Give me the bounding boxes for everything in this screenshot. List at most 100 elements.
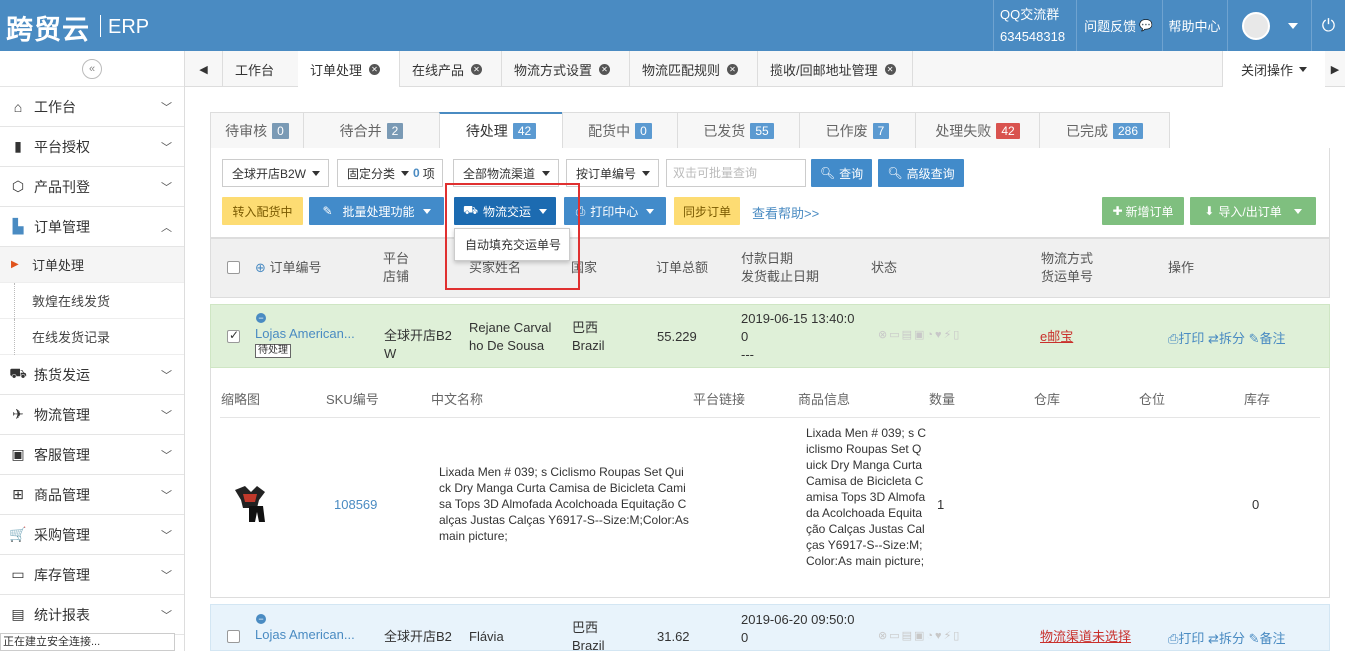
tab-failed[interactable]: 处理失败 42 <box>915 112 1039 149</box>
tab-voided[interactable]: 已作废 7 <box>799 112 915 149</box>
search-input[interactable]: 双击可批量查询 <box>666 159 806 187</box>
product-row <box>210 418 1330 598</box>
table-row[interactable]: − Lojas American... 全球开店B2 Flávia 巴西 Braz… <box>210 604 1330 653</box>
select-all-checkbox[interactable] <box>227 261 240 274</box>
feedback-button[interactable]: 问题反馈 💬 <box>1076 0 1160 51</box>
close-icon[interactable]: ✕ <box>727 63 739 75</box>
channel-select[interactable]: 全部物流渠道 <box>453 159 559 187</box>
tab-scroll-right-icon[interactable]: ▶ <box>1325 51 1345 87</box>
sidebar-item-purchasing[interactable]: 🛒 采购管理 ﹀ <box>0 515 184 555</box>
total-cell: 31.62 <box>657 629 690 644</box>
note-link[interactable]: 备注 <box>1260 631 1286 646</box>
count-badge: 7 <box>872 122 890 139</box>
print-link[interactable]: 打印 <box>1178 331 1204 346</box>
tab-workbench[interactable]: 工作台 <box>223 51 301 87</box>
split-link[interactable]: 拆分 <box>1219 331 1245 346</box>
to-picking-button[interactable]: 转入配货中 <box>222 197 303 225</box>
tab-completed[interactable]: 已完成 286 <box>1039 112 1170 149</box>
close-icon[interactable]: ✕ <box>471 63 483 75</box>
sidebar-item-reports[interactable]: ▤ 统计报表 ﹀ <box>0 595 184 635</box>
close-icon[interactable]: ✕ <box>884 63 896 75</box>
help-center-button[interactable]: 帮助中心 <box>1162 0 1226 51</box>
sync-orders-button[interactable]: 同步订单 <box>674 197 740 225</box>
sidebar-subitem-shipping-records[interactable]: 在线发货记录 <box>0 319 184 355</box>
qq-group-label: QQ交流群 <box>1000 6 1060 22</box>
tab-label: 物流匹配规则 <box>642 62 721 78</box>
tab-pending-review[interactable]: 待审核 0 <box>210 112 303 149</box>
stock-header: 库存 <box>1244 392 1271 407</box>
country-cell: 巴西 Brazil <box>572 619 605 655</box>
close-icon[interactable]: ✕ <box>599 63 611 75</box>
sidebar-item-goods[interactable]: ⊞ 商品管理 ﹀ <box>0 475 184 515</box>
brand-logo[interactable]: 跨贸云 <box>6 8 90 47</box>
search-icon: 🔍︎ <box>887 166 903 180</box>
tab-scroll-left-icon[interactable]: ◀ <box>185 51 223 87</box>
sidebar-item-listing[interactable]: ⬡ 产品刊登 ﹀ <box>0 167 184 207</box>
logistics-ship-button[interactable]: ⛟ 物流交运 <box>454 197 556 225</box>
import-export-button[interactable]: ⬇ 导入/出订单 <box>1190 197 1316 225</box>
sidebar-item-order-management[interactable]: ▙ 订单管理 ︿ <box>0 207 184 247</box>
view-help-link[interactable]: 查看帮助>> <box>752 203 819 222</box>
sidebar-item-logistics[interactable]: ✈ 物流管理 ﹀ <box>0 395 184 435</box>
auto-fill-tracking-option[interactable]: 自动填充交运单号 <box>465 236 561 253</box>
product-thumbnail[interactable] <box>229 484 271 524</box>
tab-logistics-rules[interactable]: 物流匹配规则 ✕ <box>630 51 758 87</box>
status-icons: ⊗▭▤▣◔♥⚡▯ <box>878 630 962 642</box>
row-checkbox[interactable] <box>227 328 240 343</box>
chevron-down-icon: ﹀ <box>161 570 172 582</box>
batch-process-button[interactable]: ✎ 批量处理功能 <box>309 197 444 225</box>
print-link[interactable]: 打印 <box>1178 631 1204 646</box>
print-center-button[interactable]: ⎙ 打印中心 <box>564 197 666 225</box>
category-select[interactable]: 固定分类 0 项 <box>337 159 443 187</box>
query-button[interactable]: 🔍︎ 查询 <box>811 159 872 187</box>
feedback-label: 问题反馈 <box>1084 19 1137 34</box>
tab-online-products[interactable]: 在线产品 ✕ <box>400 51 502 87</box>
order-no-link[interactable]: Lojas American... <box>255 325 355 343</box>
minus-circle-icon[interactable]: − <box>256 313 266 323</box>
warehouse-header: 仓库 <box>1034 392 1061 407</box>
sidebar-item-picking[interactable]: ⛟ 拣货发运 ﹀ <box>0 355 184 395</box>
collapse-icon[interactable]: « <box>82 58 102 79</box>
split-link[interactable]: 拆分 <box>1219 631 1245 646</box>
tab-logistics-settings[interactable]: 物流方式设置 ✕ <box>502 51 630 87</box>
tab-pending-merge[interactable]: 待合并 2 <box>303 112 439 149</box>
logistics-link[interactable]: 物流渠道未选择 <box>1040 628 1131 646</box>
order-no-header[interactable]: ⊕ 订单编号 <box>255 259 322 277</box>
advanced-query-button[interactable]: 🔍︎ 高级查询 <box>878 159 964 187</box>
button-label: 转入配货中 <box>232 204 293 219</box>
logistics-link[interactable]: e邮宝 <box>1040 328 1073 346</box>
user-menu[interactable] <box>1227 0 1311 51</box>
order-by-select[interactable]: 按订单编号 <box>566 159 659 187</box>
tab-address-management[interactable]: 揽收/回邮地址管理 ✕ <box>758 51 913 87</box>
sidebar-subitem-order-processing[interactable]: ▶ 订单处理 <box>0 247 184 283</box>
filter-panel: 全球开店B2W 固定分类 0 项 全部物流渠道 按订单编号 双击可批量查询 🔍︎ 查询… <box>210 148 1330 238</box>
tab-to-process[interactable]: 待处理 42 <box>439 112 562 149</box>
close-operations-dropdown[interactable]: 关闭操作 <box>1222 51 1325 87</box>
store-select[interactable]: 全球开店B2W <box>222 159 329 187</box>
tab-order-processing[interactable]: 订单处理 ✕ <box>298 51 400 87</box>
tab-label: 待合并 <box>339 122 382 139</box>
sidebar-item-inventory[interactable]: ▭ 库存管理 ﹀ <box>0 555 184 595</box>
note-link[interactable]: 备注 <box>1260 331 1286 346</box>
cart-icon: 🛒 <box>9 526 27 542</box>
power-icon: ⏻ <box>1321 15 1336 35</box>
button-label: 物流交运 <box>483 204 532 219</box>
sidebar-item-workbench[interactable]: ⌂ 工作台 ﹀ <box>0 87 184 127</box>
tab-shipped[interactable]: 已发货 55 <box>677 112 799 149</box>
close-icon[interactable]: ✕ <box>369 63 381 75</box>
home-icon: ⌂ <box>13 98 23 115</box>
sku-link[interactable]: 108569 <box>334 496 377 514</box>
sidebar-item-platform-auth[interactable]: ▮ 平台授权 ﹀ <box>0 127 184 167</box>
tab-picking[interactable]: 配货中 0 <box>562 112 677 149</box>
order-no-link[interactable]: Lojas American... <box>255 626 355 644</box>
tab-label: 已作废 <box>825 122 868 139</box>
sidebar-item-label: 平台授权 <box>34 138 90 155</box>
minus-circle-icon[interactable]: − <box>256 614 266 624</box>
sidebar-subitem-dhgate-shipping[interactable]: 敦煌在线发货 <box>0 283 184 319</box>
sidebar-item-customer-service[interactable]: ▣ 客服管理 ﹀ <box>0 435 184 475</box>
row-checkbox[interactable] <box>227 630 240 643</box>
new-order-button[interactable]: ✚ 新增订单 <box>1102 197 1184 225</box>
table-row[interactable]: − Lojas American... 待处理 全球开店B2W Rejane C… <box>210 304 1330 368</box>
qq-group[interactable]: QQ交流群 634548318 <box>993 0 1072 51</box>
logout-button[interactable]: ⏻ <box>1311 0 1345 51</box>
